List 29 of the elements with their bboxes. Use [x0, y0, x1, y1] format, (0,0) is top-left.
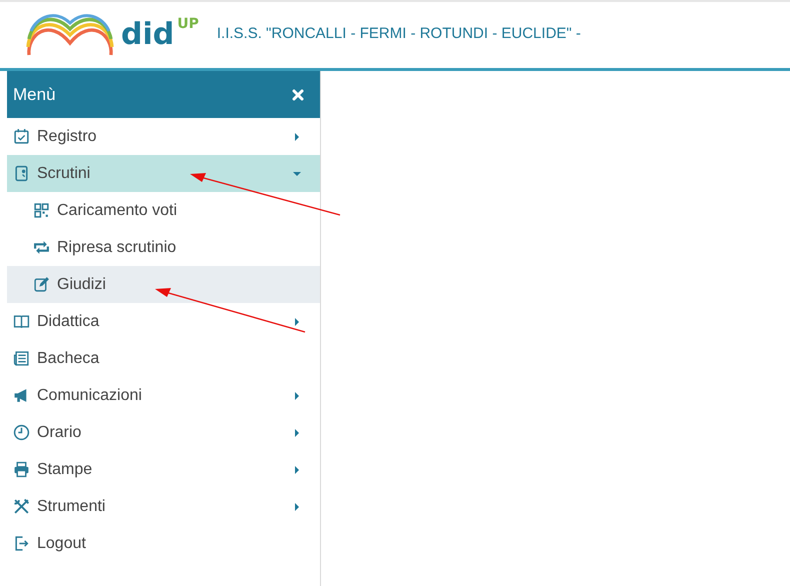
- menu-item[interactable]: Stampe: [7, 451, 320, 488]
- document-icon: [13, 165, 30, 182]
- app-name: did: [121, 20, 174, 50]
- menu-item[interactable]: Orario: [7, 414, 320, 451]
- newspaper-icon: [13, 350, 30, 367]
- logo-icon: [25, 13, 115, 57]
- printer-icon: [13, 461, 30, 478]
- menu-item[interactable]: Strumenti: [7, 488, 320, 525]
- calendar-icon: [13, 128, 30, 145]
- edit-icon: [33, 276, 50, 293]
- menu-item[interactable]: Scrutini: [7, 155, 320, 192]
- menu-title: Menù: [13, 84, 56, 104]
- clock-icon: [13, 424, 30, 441]
- book-icon: [13, 313, 30, 330]
- school-name: I.I.S.S. "RONCALLI - FERMI - ROTUNDI - EUCLIDE" -: [216, 24, 581, 42]
- menu-item[interactable]: Registro: [7, 118, 320, 155]
- refresh-icon: [33, 239, 50, 256]
- close-icon[interactable]: [292, 88, 304, 100]
- submenu-item[interactable]: Caricamento voti: [7, 192, 320, 229]
- submenu-item[interactable]: Ripresa scrutinio: [7, 229, 320, 266]
- menu-item[interactable]: Logout: [7, 525, 320, 562]
- qr-code-icon: [33, 202, 50, 219]
- menu-item[interactable]: Bacheca: [7, 340, 320, 377]
- menu-item[interactable]: Didattica: [7, 303, 320, 340]
- logout-icon: [13, 535, 30, 552]
- menu-item[interactable]: Comunicazioni: [7, 377, 320, 414]
- tools-icon: [13, 498, 30, 515]
- app-superscript: UP: [177, 16, 199, 32]
- submenu-item[interactable]: Giudizi: [7, 266, 320, 303]
